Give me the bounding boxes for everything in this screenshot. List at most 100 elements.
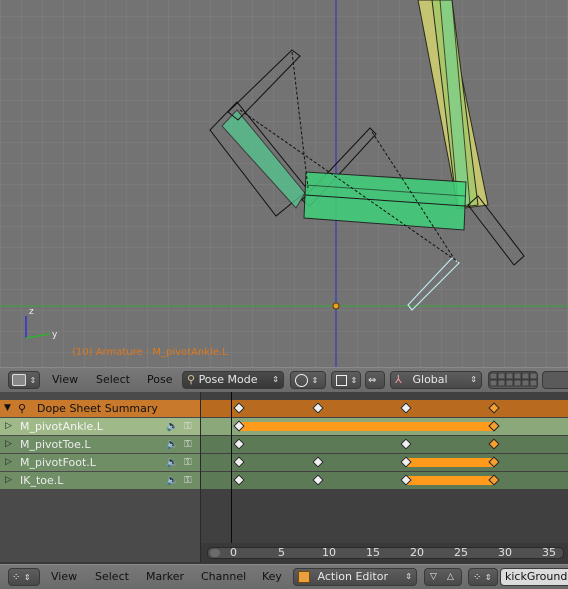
keyframe-diamond[interactable]	[312, 456, 324, 468]
gizmo-z-label: z	[29, 307, 34, 317]
speaker-icon[interactable]: 🔈	[166, 418, 178, 435]
action-editor-icon	[298, 571, 310, 583]
pose-menu[interactable]: Pose	[147, 373, 172, 386]
summary-keyframe-diamond[interactable]	[233, 402, 245, 414]
keyframe-hold-bar[interactable]	[406, 458, 495, 467]
pivot-point-dropdown[interactable]: ⇕	[331, 371, 361, 389]
3d-viewport[interactable]: z y (10) Armature : M_pivotAnkle.L	[0, 0, 568, 367]
ruler-tick-label: 30	[498, 546, 512, 559]
dopesheet-editor-type-button[interactable]: ⁘ ⇕	[8, 568, 40, 586]
action-browse-button[interactable]: ⁘ ⇕	[468, 568, 498, 586]
chevron-updown-icon: ⇕	[405, 572, 412, 581]
view-menu-bottom[interactable]: View	[51, 570, 77, 583]
keyframe-hold-bar[interactable]	[406, 476, 495, 485]
push-pull-buttons[interactable]: ▽ △	[424, 568, 462, 586]
action-browse-icon: ⁘	[473, 572, 482, 583]
chevron-updown-icon: ⇕	[311, 376, 319, 385]
channel-key-row[interactable]	[201, 472, 568, 489]
channel-key-row[interactable]	[201, 436, 568, 453]
channel-menu[interactable]: Channel	[201, 570, 246, 583]
editor-type-button[interactable]: ⇕	[8, 371, 40, 389]
ruler-tick-label: 5	[278, 546, 285, 559]
channel-row[interactable]: ▷ M_pivotFoot.L 🔈 ⚿	[0, 454, 200, 471]
current-frame-line[interactable]	[231, 392, 232, 562]
viewport-shading-icon	[295, 373, 308, 387]
ruler-tick-label: 10	[322, 546, 336, 559]
keyframe-diamond[interactable]	[233, 474, 245, 486]
lock-icon[interactable]: ⚿	[184, 436, 192, 453]
summary-keyframe-diamond[interactable]	[400, 402, 412, 414]
transform-orientation-dropdown[interactable]: ⅄ Global ⇕	[390, 371, 482, 389]
channel-row[interactable]: ▷ M_pivotAnkle.L 🔈 ⚿	[0, 418, 200, 435]
channel-key-row[interactable]	[201, 418, 568, 435]
pivot-point-icon	[336, 374, 347, 386]
gizmo-y-label: y	[52, 330, 58, 340]
channel-row[interactable]: ▷ IK_toe.L 🔈 ⚿	[0, 472, 200, 489]
ruler-tick-label: 25	[454, 546, 468, 559]
mode-dropdown[interactable]: ⚲ Pose Mode ⇕	[182, 371, 284, 389]
stash-icon[interactable]: △	[447, 569, 454, 585]
layers-grid-icon	[489, 372, 537, 387]
channel-label: IK_toe.L	[20, 474, 64, 487]
lock-icon[interactable]: ⚿	[184, 454, 192, 471]
view3d-editor-icon	[12, 374, 26, 386]
expand-arrow-icon[interactable]: ▷	[5, 418, 12, 435]
speaker-icon[interactable]: 🔈	[166, 436, 178, 453]
lock-icon[interactable]: ⚿	[184, 472, 192, 489]
ruler-tick-label: 15	[366, 546, 380, 559]
keyframe-diamond[interactable]	[312, 474, 324, 486]
view-menu[interactable]: View	[52, 373, 78, 386]
collapse-arrow-icon[interactable]: ▼	[4, 400, 11, 417]
dopesheet-mode-dropdown[interactable]: Action Editor ⇕	[293, 568, 417, 586]
chevron-updown-icon: ⇕	[29, 376, 37, 385]
snap-toggle[interactable]: ⇔	[365, 371, 385, 389]
summary-channel[interactable]: ▼ ⚲ Dope Sheet Summary	[0, 400, 200, 417]
keyframe-diamond[interactable]	[233, 438, 245, 450]
channel-label: M_pivotToe.L	[20, 438, 91, 451]
dopesheet-header: ⁘ ⇕ View Select Marker Channel Key Actio…	[0, 564, 568, 589]
chevron-updown-icon: ⇕	[272, 375, 279, 384]
marker-menu[interactable]: Marker	[146, 570, 184, 583]
snap-icon: ⇔	[368, 375, 377, 386]
dopesheet-summary-icon: ⚲	[18, 402, 27, 415]
lock-icon[interactable]: ⚿	[184, 418, 192, 435]
keyframe-diamond[interactable]	[233, 456, 245, 468]
dopesheet-mode-label: Action Editor	[317, 570, 389, 583]
channel-key-row[interactable]	[201, 454, 568, 471]
viewport-canvas[interactable]: z y (10) Armature : M_pivotAnkle.L	[0, 0, 568, 367]
expand-arrow-icon[interactable]: ▷	[5, 454, 12, 471]
chevron-updown-icon: ⇕	[484, 573, 492, 582]
key-menu[interactable]: Key	[262, 570, 282, 583]
expand-arrow-icon[interactable]: ▷	[5, 472, 12, 489]
channel-label: M_pivotFoot.L	[20, 456, 96, 469]
ruler-tick-label: 0	[230, 546, 237, 559]
transform-manipulator-icon: ⅄	[395, 373, 402, 386]
ruler-tick-label: 35	[542, 546, 556, 559]
summary-key-row[interactable]	[201, 400, 568, 417]
dopesheet-area[interactable]: ▼ ⚲ Dope Sheet Summary ▷ M_pivotAnkle.L 🔈 ⚿…	[0, 392, 568, 562]
expand-arrow-icon[interactable]: ▷	[5, 436, 12, 453]
keyframe-diamond[interactable]	[488, 438, 500, 450]
summary-label: Dope Sheet Summary	[37, 402, 158, 415]
scrollbar-handle[interactable]	[210, 549, 220, 557]
chevron-updown-icon: ⇕	[470, 375, 477, 384]
select-menu[interactable]: Select	[96, 373, 130, 386]
keyframe-hold-bar[interactable]	[239, 422, 495, 431]
summary-keyframe-diamond[interactable]	[488, 402, 500, 414]
layer-buttons-2[interactable]	[542, 371, 568, 389]
action-name-field[interactable]: kickGround	[500, 568, 568, 586]
channel-row[interactable]: ▷ M_pivotToe.L 🔈 ⚿	[0, 436, 200, 453]
speaker-icon[interactable]: 🔈	[166, 454, 178, 471]
viewport-shading-dropdown[interactable]: ⇕	[290, 371, 326, 389]
dopesheet-editor-icon: ⁘	[12, 572, 21, 583]
chevron-updown-icon: ⇕	[23, 573, 31, 582]
select-menu-bottom[interactable]: Select	[95, 570, 129, 583]
push-down-icon[interactable]: ▽	[430, 569, 437, 585]
frame-ruler[interactable]: 0 5 10 15 20 25 30 35	[201, 543, 568, 562]
speaker-icon[interactable]: 🔈	[166, 472, 178, 489]
orientation-label: Global	[412, 373, 448, 386]
keyframe-diamond[interactable]	[400, 438, 412, 450]
summary-keyframe-diamond[interactable]	[312, 402, 324, 414]
layer-buttons[interactable]	[488, 371, 538, 389]
viewport-status-text: (10) Armature : M_pivotAnkle.L	[72, 347, 228, 358]
